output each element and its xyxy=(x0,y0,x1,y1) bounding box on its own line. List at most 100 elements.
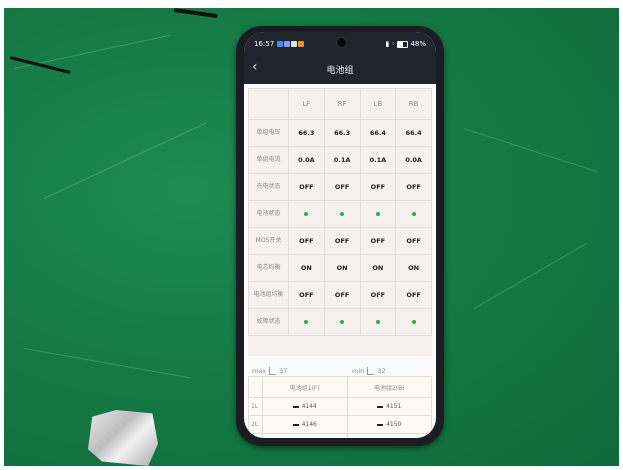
cell-index: 2L xyxy=(248,415,263,434)
value-cell: 0.1A xyxy=(323,146,361,174)
cell-voltage-table: 电池组1(F) 电池组2(B) 1L 4144 4151 2L 4146 4150 3L41… xyxy=(248,376,432,438)
background-scratch xyxy=(473,243,587,309)
background-scratch xyxy=(23,348,192,379)
value-cell: OFF xyxy=(359,227,397,255)
status-cell xyxy=(323,308,361,336)
battery-percent: 48% xyxy=(410,40,426,48)
cell-voltage-value: 4151 xyxy=(386,403,402,410)
cell-row: 1L 4144 4151 xyxy=(248,397,432,416)
notification-icon xyxy=(291,41,298,47)
page-title: 电池组 xyxy=(326,65,354,76)
status-time: 16:57 xyxy=(254,40,275,48)
battery-bar-icon xyxy=(377,405,384,408)
status-dot-icon xyxy=(375,320,380,324)
value-cell: OFF xyxy=(359,281,397,309)
status-cell xyxy=(288,200,325,228)
front-camera xyxy=(336,37,347,48)
cell-voltage: 4150 xyxy=(346,415,432,434)
grid-row: 电池状态 xyxy=(248,200,432,228)
row-label: 充电状态 xyxy=(248,173,289,201)
cell-voltage-value: 4144 xyxy=(301,403,317,410)
cell-voltage-value: 4146 xyxy=(301,421,317,428)
cell-voltage-value: 4150 xyxy=(386,421,402,428)
value-cell: ON xyxy=(359,254,397,282)
status-dot-icon xyxy=(340,320,345,324)
grid-row: 单组电压 66.3 66.3 66.4 66.4 xyxy=(248,119,432,147)
cell-row: 2L 4146 4150 xyxy=(248,415,432,434)
cell-table-header: 电池组1(F) 电池组2(B) xyxy=(248,376,432,398)
value-cell: OFF xyxy=(323,281,361,309)
row-label: 单组电流 xyxy=(248,146,289,174)
grid-row: 电芯均衡 ON ON ON ON xyxy=(248,254,432,282)
value-cell: 66.3 xyxy=(288,119,325,147)
status-dot-icon xyxy=(411,320,416,324)
grid-row: 单组电流 0.0A 0.1A 0.1A 0.0A xyxy=(248,146,432,174)
cell-table-corner xyxy=(248,376,263,398)
battery-bar-icon xyxy=(292,423,299,426)
battery-icon xyxy=(397,40,409,48)
cell-voltage: 4151 xyxy=(346,397,432,416)
value-cell: OFF xyxy=(288,173,325,201)
value-cell: 66.4 xyxy=(395,119,432,147)
black-wire xyxy=(173,8,218,19)
pack-front-header: 电池组1(F) xyxy=(262,376,348,398)
status-cell xyxy=(323,200,361,228)
cell-table-body: 1L 4144 4151 2L 4146 4150 3L41444148 xyxy=(248,397,432,438)
status-cell xyxy=(359,200,397,228)
cell-voltage: 4144 xyxy=(262,397,348,416)
app-bar: 16:57 ▮ ◦ 48% ‹ 电池组 xyxy=(244,32,436,84)
battery-bar-icon xyxy=(292,405,299,408)
grid-header-row: LF RF LB RB xyxy=(248,88,432,120)
status-cell xyxy=(395,308,432,336)
thermometer-icon xyxy=(367,367,375,375)
signal-icon: ▮ xyxy=(385,40,390,48)
row-label: 电池组均衡 xyxy=(248,281,289,309)
min-temperature: min 32 xyxy=(352,367,386,375)
min-label: min xyxy=(352,367,365,375)
cell-row: 3L41444148 xyxy=(248,433,432,438)
value-cell: ON xyxy=(288,254,325,282)
value-cell: 66.3 xyxy=(323,119,361,147)
value-cell: OFF xyxy=(395,173,432,201)
cell-voltage: 4146 xyxy=(262,415,348,434)
value-cell: OFF xyxy=(395,281,432,309)
grid-corner-cell xyxy=(248,88,289,120)
row-label: MOS开关 xyxy=(248,227,289,255)
cell-index: 1L xyxy=(248,397,263,416)
row-label: 电池状态 xyxy=(248,200,289,228)
value-cell: 66.4 xyxy=(359,119,397,147)
status-dot-icon xyxy=(340,212,345,216)
value-cell: ON xyxy=(395,254,432,282)
row-label: 故障状态 xyxy=(248,308,289,336)
status-dot-icon xyxy=(375,212,380,216)
value-cell: ON xyxy=(323,254,361,282)
max-label: max xyxy=(252,367,267,375)
background-scratch xyxy=(43,121,208,199)
max-temperature: max 37 xyxy=(252,367,287,375)
grid-row: 故障状态 xyxy=(248,308,432,336)
value-cell: OFF xyxy=(323,227,361,255)
column-header-lb: LB xyxy=(359,88,397,120)
thermometer-icon xyxy=(269,367,277,375)
background-scratch xyxy=(463,128,598,173)
value-cell: OFF xyxy=(395,227,432,255)
chevron-left-icon[interactable]: ‹ xyxy=(252,59,258,75)
battery-status-grid: LF RF LB RB 单组电压 66.3 66.3 66.4 66.4 单组电流 0.0A… xyxy=(248,88,432,336)
cell-voltage: 4148 xyxy=(346,433,432,438)
grid-row: 电池组均衡 OFF OFF OFF OFF xyxy=(248,281,432,309)
max-value: 37 xyxy=(279,367,288,375)
value-cell: OFF xyxy=(288,227,325,255)
notification-icon xyxy=(284,41,291,47)
status-dot-icon xyxy=(411,212,416,216)
foil-scrap xyxy=(88,410,158,466)
status-dot-icon xyxy=(304,320,309,324)
pack-back-header: 电池组2(B) xyxy=(346,376,432,398)
notification-icon xyxy=(277,41,284,47)
status-cell xyxy=(359,308,397,336)
column-header-lf: LF xyxy=(288,88,325,120)
nav-row: ‹ 电池组 xyxy=(244,58,436,80)
status-dot-icon xyxy=(304,212,309,216)
status-right: ▮ ◦ 48% xyxy=(385,40,426,48)
value-cell: 0.0A xyxy=(288,146,325,174)
wifi-icon: ◦ xyxy=(391,40,396,48)
